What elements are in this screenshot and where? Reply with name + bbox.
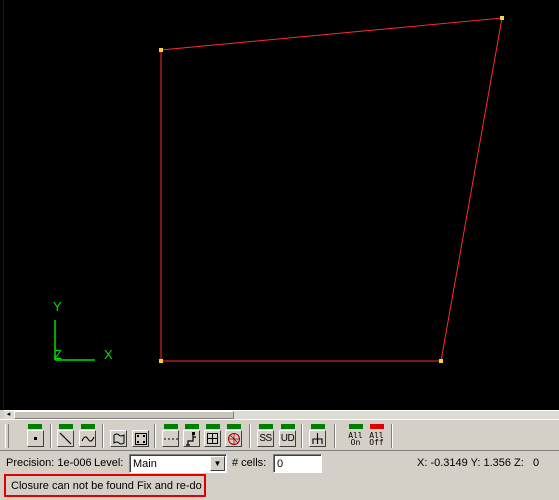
mesh-button[interactable] <box>225 430 242 447</box>
level-label: Level: <box>94 457 124 469</box>
toolbar-separator <box>102 424 104 448</box>
toolbar-separator <box>391 424 393 448</box>
led-indicator <box>311 424 325 429</box>
line-button[interactable] <box>57 430 74 447</box>
led-indicator-off <box>370 424 384 429</box>
horizontal-scrollbar[interactable]: ◂ <box>4 410 559 419</box>
toolbar-grip[interactable] <box>5 424 9 448</box>
led-indicator <box>259 424 273 429</box>
dashed-line-button[interactable] <box>162 430 179 447</box>
all-off-button[interactable]: All Off <box>368 430 385 447</box>
level-select[interactable]: Main ▼ <box>129 454 227 473</box>
status-message: Closure can not be found Fix and re-do <box>4 474 206 497</box>
axis-label-y: Y <box>53 299 62 314</box>
curve-icon <box>80 436 95 442</box>
axis-label-x: X <box>104 347 113 362</box>
closure-polygon <box>160 17 503 362</box>
led-indicator <box>81 424 95 429</box>
node-icon <box>186 431 196 446</box>
led-indicator <box>28 424 42 429</box>
vertex-4[interactable] <box>159 359 163 363</box>
branch-button[interactable] <box>309 430 326 447</box>
led-indicator <box>59 424 73 429</box>
surface-button[interactable] <box>110 430 127 447</box>
node-button[interactable] <box>183 430 200 447</box>
precision-label: Precision: 1e-006 <box>6 457 92 469</box>
all-off-line2: Off <box>369 437 384 447</box>
led-indicator <box>206 424 220 429</box>
led-indicator <box>281 424 295 429</box>
vertex-2[interactable] <box>500 16 504 20</box>
all-on-line2: On <box>350 437 361 447</box>
status-message-text: Closure can not be found Fix and re-do <box>11 480 202 492</box>
curve-button[interactable] <box>79 430 96 447</box>
vertex-1[interactable] <box>159 48 163 52</box>
level-value: Main <box>133 458 157 470</box>
axis-label-z: Z <box>54 347 62 362</box>
toolbar-separator <box>50 424 52 448</box>
point-icon <box>34 437 37 440</box>
led-indicator <box>227 424 241 429</box>
cells-label: # cells: <box>232 457 267 469</box>
scroll-left-icon[interactable]: ◂ <box>4 411 13 419</box>
toolbar-separator <box>334 424 336 448</box>
branch-icon <box>312 433 323 444</box>
entity-toolbar: SS UD All On All Off <box>0 419 559 451</box>
graphics-viewport[interactable]: Y Z X <box>0 0 559 410</box>
line-icon <box>59 432 72 445</box>
led-indicator <box>164 424 178 429</box>
grid-button[interactable] <box>204 430 221 447</box>
ss-button[interactable]: SS <box>257 430 274 447</box>
chevron-down-icon[interactable]: ▼ <box>210 456 225 471</box>
toolbar-separator <box>249 424 251 448</box>
point-button[interactable] <box>27 430 44 447</box>
toolbar-separator <box>154 424 156 448</box>
surface-icon <box>113 433 124 444</box>
toolbar-separator <box>301 424 303 448</box>
volume-icon <box>134 432 147 445</box>
axis-triad: Y Z X <box>53 299 113 362</box>
cells-input[interactable]: 0 <box>273 454 322 473</box>
status-row: Precision: 1e-006 Level: Main ▼ # cells:… <box>0 452 559 474</box>
scene-canvas: Y Z X <box>53 16 504 363</box>
dashed-line-icon <box>163 438 178 439</box>
ud-button[interactable]: UD <box>279 430 296 447</box>
led-indicator <box>185 424 199 429</box>
all-on-button[interactable]: All On <box>347 430 364 447</box>
mesh-icon <box>227 432 240 445</box>
coordinate-readout: X: -0.3149 Y: 1.356 Z: 0 <box>417 457 540 469</box>
volume-button[interactable] <box>132 430 149 447</box>
scrollbar-thumb[interactable] <box>14 411 234 419</box>
led-indicator <box>349 424 363 429</box>
grid-icon <box>207 433 218 444</box>
vertex-3[interactable] <box>439 359 443 363</box>
